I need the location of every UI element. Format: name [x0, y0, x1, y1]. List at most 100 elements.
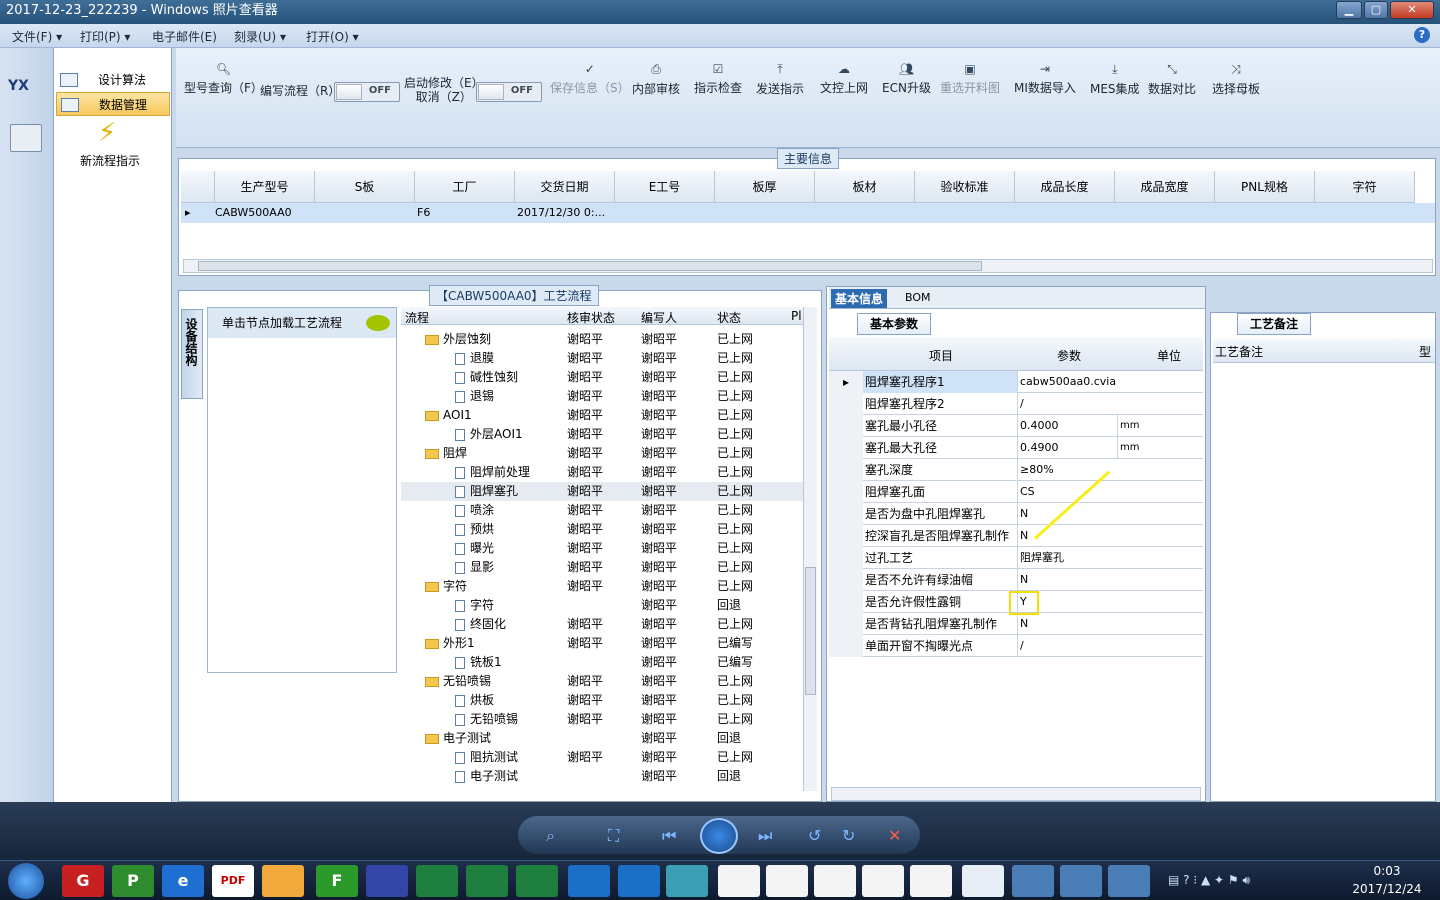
calculator-icon[interactable]: [10, 124, 42, 152]
rotate-left-icon[interactable]: ↺: [808, 826, 821, 845]
tab-bom[interactable]: BOM: [905, 291, 931, 304]
col-param[interactable]: 参数: [1057, 347, 1081, 364]
col-review[interactable]: 核审状态: [567, 309, 615, 326]
tree-row[interactable]: 退膜 谢昭平 谢昭平 已上网: [401, 349, 805, 368]
col-model[interactable]: 生产型号: [215, 171, 315, 203]
fit-window-icon[interactable]: ⛶: [608, 826, 619, 846]
nav-design-algorithm[interactable]: 设计算法: [56, 68, 170, 92]
col-thickness[interactable]: 板厚: [715, 171, 815, 203]
col-material[interactable]: 板材: [815, 171, 915, 203]
col-unit[interactable]: 单位: [1157, 347, 1181, 364]
tree-row[interactable]: 字符 谢昭平 谢昭平 已上网: [401, 577, 805, 596]
param-row[interactable]: 控深盲孔是否阻焊塞孔制作 N: [829, 525, 1203, 547]
excel-icon[interactable]: [466, 865, 508, 897]
monitor-icon[interactable]: [1108, 865, 1150, 897]
param-row[interactable]: 塞孔最小孔径 0.4000 mm: [829, 415, 1203, 437]
tree-row[interactable]: 外层AOI1 谢昭平 谢昭平 已上网: [401, 425, 805, 444]
param-row[interactable]: 过孔工艺 阻焊塞孔: [829, 547, 1203, 569]
col-flow[interactable]: 流程: [405, 309, 429, 326]
horizontal-scrollbar[interactable]: [831, 787, 1201, 801]
col-type[interactable]: 型: [1419, 343, 1431, 360]
tree-row[interactable]: 电子测试 谢昭平 回退: [401, 767, 805, 786]
menu-burn[interactable]: 刻录(U) ▾: [234, 28, 286, 45]
tree-row[interactable]: 外层蚀刻 谢昭平 谢昭平 已上网: [401, 330, 805, 349]
tab-basic-info[interactable]: 基本信息: [831, 289, 888, 308]
window-icon[interactable]: [718, 865, 760, 897]
excel-icon[interactable]: [516, 865, 558, 897]
close-button[interactable]: ✕: [1390, 1, 1434, 19]
minimize-button[interactable]: ▁: [1336, 1, 1362, 19]
save-disk-icon[interactable]: [366, 865, 408, 897]
tree-row[interactable]: 阻抗测试 谢昭平 谢昭平 已上网: [401, 748, 805, 767]
tree-row[interactable]: 烘板 谢昭平 谢昭平 已上网: [401, 691, 805, 710]
col-length[interactable]: 成品长度: [1015, 171, 1115, 203]
app-g-icon[interactable]: G: [62, 865, 104, 897]
start-button[interactable]: [8, 863, 44, 899]
tree-row[interactable]: 终固化 谢昭平 谢昭平 已上网: [401, 615, 805, 634]
param-row[interactable]: 单面开窗不掏曝光点 /: [829, 635, 1203, 657]
tree-row[interactable]: 阻焊 谢昭平 谢昭平 已上网: [401, 444, 805, 463]
previous-icon[interactable]: ⏮: [662, 826, 676, 846]
tree-row[interactable]: AOI1 谢昭平 谢昭平 已上网: [401, 406, 805, 425]
monitor-icon[interactable]: [1060, 865, 1102, 897]
excel-icon[interactable]: [416, 865, 458, 897]
menu-open[interactable]: 打开(O) ▾: [306, 28, 359, 45]
tree-row[interactable]: 阻焊塞孔 谢昭平 谢昭平 已上网: [401, 482, 805, 501]
param-row[interactable]: 是否不允许有绿油帽 N: [829, 569, 1203, 591]
doc-online-button[interactable]: ☁ 文控上网: [820, 62, 868, 96]
rotate-right-icon[interactable]: ↻: [842, 826, 855, 845]
window-icon[interactable]: [766, 865, 808, 897]
param-value[interactable]: N: [1017, 613, 1117, 635]
window-icon[interactable]: [910, 865, 952, 897]
shell-icon[interactable]: [262, 865, 304, 897]
param-value[interactable]: N: [1017, 569, 1117, 591]
model-query-button[interactable]: 🔍︎ 型号查询（F）: [184, 62, 263, 96]
tree-row[interactable]: 阻焊前处理 谢昭平 谢昭平 已上网: [401, 463, 805, 482]
tray-icons[interactable]: ▤ ? ⁝ ▲ ✦ ⚑ 🔊︎: [1168, 873, 1250, 888]
param-row[interactable]: 阻焊塞孔程序2 /: [829, 393, 1203, 415]
param-value[interactable]: N: [1017, 525, 1117, 547]
param-value[interactable]: /: [1017, 635, 1117, 657]
param-value[interactable]: 0.4000: [1017, 415, 1117, 437]
tab-equipment-structure[interactable]: 设备结构: [181, 309, 203, 399]
app-logo[interactable]: YX: [8, 78, 44, 110]
select-mother-board-button[interactable]: ⤨ 选择母板: [1212, 62, 1260, 97]
maximize-button[interactable]: ▢: [1364, 1, 1388, 19]
reselect-cut-chart-button[interactable]: ▣ 重选开料图: [940, 62, 1000, 96]
param-value[interactable]: 0.4900: [1017, 437, 1117, 459]
monitor-icon[interactable]: [1012, 865, 1054, 897]
col-item[interactable]: 项目: [929, 347, 953, 364]
ecn-upgrade-button[interactable]: 👥︎ ECN升级: [882, 62, 931, 96]
param-row[interactable]: 是否背钻孔阻焊塞孔制作 N: [829, 613, 1203, 635]
new-flow-instruction[interactable]: 新流程指示: [80, 152, 140, 169]
document-icon[interactable]: [962, 865, 1004, 897]
pdf-icon[interactable]: PDF: [212, 865, 254, 897]
col-s-board[interactable]: S板: [315, 171, 415, 203]
tree-row[interactable]: 外形1 谢昭平 谢昭平 已编写: [401, 634, 805, 653]
tree-row[interactable]: 预烘 谢昭平 谢昭平 已上网: [401, 520, 805, 539]
col-acceptance[interactable]: 验收标准: [915, 171, 1015, 203]
app-f-icon[interactable]: F: [316, 865, 358, 897]
clock-time[interactable]: 0:03: [1362, 864, 1412, 878]
lightning-icon[interactable]: ⚡: [98, 118, 116, 148]
col-remark[interactable]: 工艺备注: [1215, 343, 1263, 360]
col-pl[interactable]: Pl: [791, 309, 802, 323]
param-value[interactable]: cabw500aa0.cvia: [1017, 371, 1117, 393]
tree-row[interactable]: 喷涂 谢昭平 谢昭平 已上网: [401, 501, 805, 520]
tree-row[interactable]: 退锡 谢昭平 谢昭平 已上网: [401, 387, 805, 406]
next-icon[interactable]: ⏭: [758, 826, 772, 846]
param-row[interactable]: ▸ 阻焊塞孔程序1 cabw500aa0.cvia: [829, 371, 1203, 393]
write-flow-toggle[interactable]: OFF: [334, 82, 400, 102]
mi-import-button[interactable]: ⇥ MI数据导入: [1014, 62, 1076, 96]
tree-row[interactable]: 字符 谢昭平 回退: [401, 596, 805, 615]
param-value[interactable]: CS: [1017, 481, 1117, 503]
data-compare-button[interactable]: ⤡ 数据对比: [1148, 62, 1196, 97]
help-icon[interactable]: ?: [1414, 27, 1430, 43]
col-status[interactable]: 状态: [717, 309, 741, 326]
tree-row[interactable]: 铣板1 谢昭平 已编写: [401, 653, 805, 672]
clock-date[interactable]: 2017/12/24: [1350, 882, 1424, 896]
param-row[interactable]: 塞孔最大孔径 0.4900 mm: [829, 437, 1203, 459]
menu-print[interactable]: 打印(P) ▾: [80, 28, 130, 45]
modify-toggle[interactable]: OFF: [476, 82, 542, 102]
col-factory[interactable]: 工厂: [415, 171, 515, 203]
